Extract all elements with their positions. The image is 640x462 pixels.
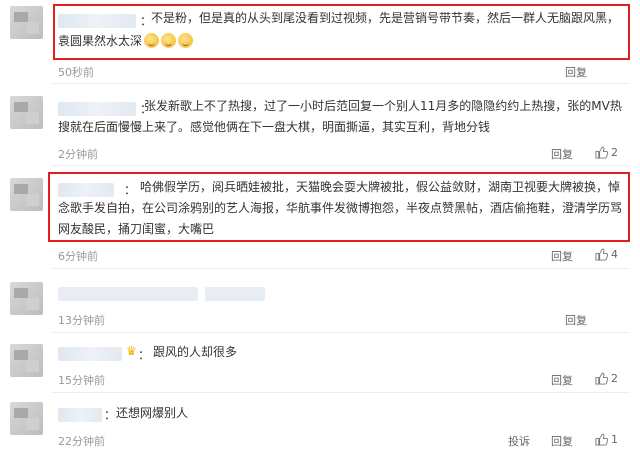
username[interactable] (58, 347, 122, 361)
thumbs-up-icon (595, 372, 608, 385)
redacted-text (58, 287, 198, 301)
thumbs-up-icon (595, 248, 608, 261)
timestamp: 22分钟前 (58, 435, 105, 448)
redacted-text (205, 287, 265, 301)
reply-button[interactable]: 回复 (565, 312, 587, 328)
comment-text: 还想网爆别人 (116, 406, 189, 420)
avatar[interactable] (10, 344, 43, 377)
like-button[interactable]: 1 (595, 433, 618, 446)
like-button[interactable]: 2 (595, 372, 618, 385)
avatar[interactable] (10, 402, 43, 435)
timestamp: 13分钟前 (58, 314, 105, 327)
timestamp: 6分钟前 (58, 250, 98, 263)
avatar[interactable] (10, 282, 43, 315)
divider (52, 83, 630, 84)
comment-text: 张发新歌上不了热搜，过了一小时后范回复一个别人11月多的隐隐约约上热搜，张的MV… (58, 99, 622, 134)
colon: ： (104, 408, 117, 422)
reply-button[interactable]: 回复 (551, 146, 573, 162)
timestamp: 2分钟前 (58, 148, 98, 161)
like-count: 2 (611, 146, 618, 159)
highlight-box (53, 4, 630, 60)
comment-text: 跟风的人却很多 (153, 345, 238, 359)
divider (52, 332, 630, 333)
username[interactable] (58, 408, 102, 422)
timestamp: 15分钟前 (58, 374, 105, 387)
reply-button[interactable]: 回复 (551, 248, 573, 264)
like-button[interactable]: 2 (595, 146, 618, 159)
colon: ： (138, 348, 151, 362)
thumbs-up-icon (595, 146, 608, 159)
avatar[interactable] (10, 6, 43, 39)
reply-button[interactable]: 回复 (565, 64, 587, 80)
divider (52, 268, 630, 269)
avatar[interactable] (10, 178, 43, 211)
reply-button[interactable]: 回复 (551, 372, 573, 388)
like-count: 1 (611, 433, 618, 446)
reply-button[interactable]: 回复 (551, 433, 573, 449)
thumbs-up-icon (595, 433, 608, 446)
like-count: 2 (611, 372, 618, 385)
crown-icon: ♛ (126, 344, 137, 358)
divider (52, 392, 630, 393)
like-count: 4 (611, 248, 618, 261)
timestamp: 50秒前 (58, 66, 94, 79)
divider (52, 165, 630, 166)
report-button[interactable]: 投诉 (508, 433, 530, 449)
highlight-box (48, 172, 630, 242)
avatar[interactable] (10, 96, 43, 129)
like-button[interactable]: 4 (595, 248, 618, 261)
